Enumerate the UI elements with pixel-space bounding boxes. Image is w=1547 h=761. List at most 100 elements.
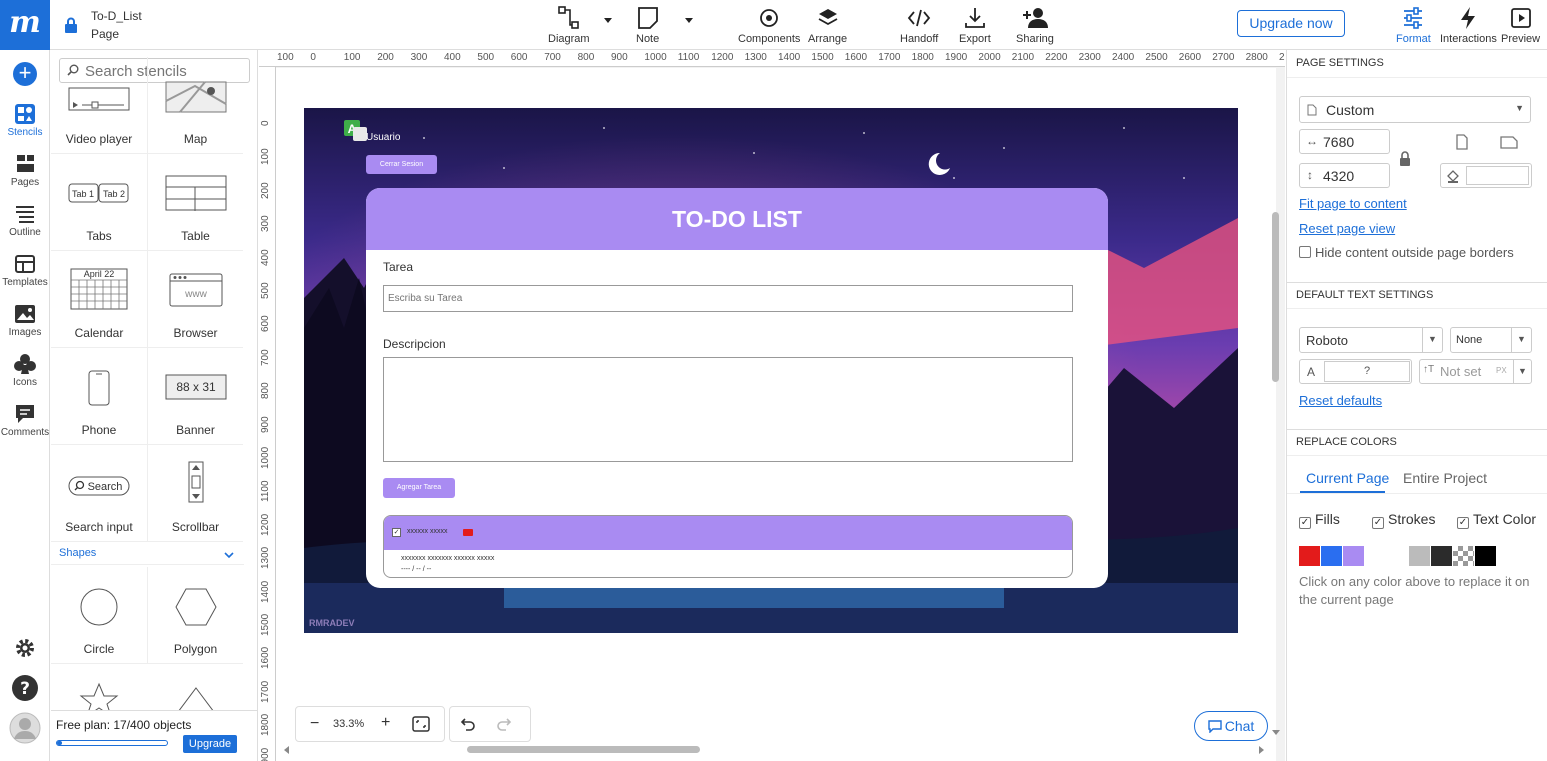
zoom-level[interactable]: 33.3% [333, 718, 364, 730]
rail-templates[interactable]: Templates [0, 253, 50, 288]
ruler-tick: 700 [544, 52, 561, 63]
text-color-label: Text Color [1473, 511, 1537, 527]
task-checkbox[interactable]: ✓ [392, 528, 401, 537]
scroll-down-icon[interactable] [1272, 728, 1280, 736]
color-swatch[interactable] [1453, 546, 1474, 566]
horizontal-scrollbar[interactable] [467, 746, 700, 753]
format-tab[interactable]: Format [1396, 6, 1431, 45]
reset-defaults-link[interactable]: Reset defaults [1299, 393, 1382, 408]
stencil-circle[interactable]: Circle [51, 567, 147, 664]
fit-screen-icon[interactable] [412, 716, 430, 732]
help-icon[interactable]: ? [11, 674, 39, 702]
page-width-input[interactable]: ↔ 7680 [1299, 129, 1390, 154]
chevron-down-icon[interactable] [604, 18, 612, 23]
page-size-select[interactable]: Custom ▼ [1299, 96, 1531, 123]
line-height-input[interactable]: ↑T Not set PX ▼ [1419, 359, 1532, 384]
color-swatch[interactable] [1387, 546, 1408, 566]
redo-icon[interactable] [496, 716, 512, 732]
color-swatch[interactable] [1299, 546, 1320, 566]
color-swatch[interactable] [1343, 546, 1364, 566]
color-swatch[interactable] [1321, 546, 1342, 566]
vertical-scrollbar[interactable] [1272, 212, 1279, 382]
description-textarea[interactable] [383, 357, 1073, 462]
rail-icons[interactable]: Icons [0, 353, 50, 388]
landscape-icon[interactable] [1500, 135, 1518, 149]
rail-outline[interactable]: Outline [0, 203, 50, 238]
stencil-browser[interactable]: www Browser [147, 251, 243, 348]
gear-icon[interactable] [13, 636, 37, 660]
stencil-scrollbar[interactable]: Scrollbar [147, 445, 243, 542]
fills-checkbox[interactable]: ✓ Fills [1299, 511, 1340, 529]
delete-icon[interactable] [463, 529, 473, 536]
rail-images[interactable]: Images [0, 303, 50, 338]
stencil-calendar[interactable]: April 22 Calendar [51, 251, 147, 348]
page-height-input[interactable]: ↕ 4320 [1299, 163, 1390, 188]
shapes-section-header[interactable]: Shapes [51, 547, 244, 565]
chat-button[interactable]: Chat [1194, 711, 1268, 741]
interactions-tab[interactable]: Interactions [1440, 6, 1497, 45]
stencil-table[interactable]: Table [147, 154, 243, 251]
color-swatch[interactable] [1365, 546, 1386, 566]
handoff-tool[interactable]: Handoff [900, 6, 938, 45]
ruler-tick: 1800 [911, 52, 934, 63]
ruler-tick: 900 [611, 52, 628, 63]
reset-view-link[interactable]: Reset page view [1299, 221, 1395, 236]
components-label: Components [738, 33, 801, 45]
stencil-banner[interactable]: 88 x 31 Banner [147, 348, 243, 445]
diagram-tool[interactable]: Diagram [548, 6, 590, 45]
tab-entire-project[interactable]: Entire Project [1403, 470, 1487, 486]
rail-stencils[interactable]: Stencils [0, 103, 50, 138]
page-fill-color[interactable] [1440, 163, 1532, 188]
stencil-polygon[interactable]: Polygon [147, 567, 243, 664]
font-family-select[interactable]: Roboto ▼ [1299, 327, 1443, 353]
note-tool[interactable]: Note [636, 6, 659, 45]
lock-ratio-icon[interactable] [1399, 151, 1411, 167]
upgrade-now-button[interactable]: Upgrade now [1237, 10, 1345, 37]
add-task-button[interactable]: Agregar Tarea [383, 478, 455, 498]
avatar[interactable] [9, 712, 41, 744]
rail-comments[interactable]: Comments [0, 403, 50, 438]
page-name[interactable]: Page [91, 27, 119, 41]
zoom-in-button[interactable]: + [381, 714, 390, 732]
zoom-out-button[interactable]: − [310, 715, 319, 733]
tab-current-page[interactable]: Current Page [1306, 470, 1389, 486]
components-tool[interactable]: Components [738, 6, 800, 45]
lock-icon[interactable] [64, 17, 78, 33]
stencil-video-player[interactable]: Video player [51, 57, 147, 154]
todo-mockup[interactable]: A Usuario Cerrar Sesion TO-DO LIST Tarea… [304, 108, 1238, 633]
undo-icon[interactable] [460, 716, 476, 732]
stencil-search-input[interactable]: Search Search input [51, 445, 147, 542]
moqups-logo[interactable]: m [0, 0, 50, 50]
fit-page-link[interactable]: Fit page to content [1299, 196, 1407, 211]
color-swatch[interactable] [1431, 546, 1452, 566]
text-color-checkbox[interactable]: ✓ Text Color [1457, 511, 1536, 529]
document-title[interactable]: To-D_List [91, 9, 142, 23]
portrait-icon[interactable] [1455, 134, 1469, 150]
canvas-area[interactable]: 100 0 100 200 300 400 500 600 700 800 900 1000 1100 1… [259, 50, 1285, 761]
strokes-checkbox[interactable]: ✓ Strokes [1372, 511, 1435, 529]
task-input[interactable] [383, 285, 1073, 312]
logout-button[interactable]: Cerrar Sesion [366, 155, 437, 174]
triangle-icon[interactable] [176, 686, 216, 712]
stencil-tabs[interactable]: Tab 1 Tab 2 Tabs [51, 154, 147, 251]
stencil-label: Browser [173, 326, 218, 340]
scroll-right-icon[interactable] [1257, 746, 1265, 754]
arrange-tool[interactable]: Arrange [808, 6, 847, 45]
sharing-tool[interactable]: Sharing [1016, 6, 1054, 45]
chevron-down-icon[interactable] [685, 18, 693, 23]
color-swatch[interactable] [1475, 546, 1496, 566]
preview-tab[interactable]: Preview [1501, 6, 1540, 45]
color-swatch[interactable] [1409, 546, 1430, 566]
task-item[interactable]: ✓ xxxxxx xxxxx xxxxxxx xxxxxxx xxxxxx xx… [383, 515, 1073, 578]
hide-outside-checkbox[interactable]: Hide content outside page borders [1299, 245, 1514, 260]
upgrade-button[interactable]: Upgrade [183, 735, 237, 753]
star-icon[interactable] [79, 682, 119, 712]
stencil-phone[interactable]: Phone [51, 348, 147, 445]
stencil-map[interactable]: Map [147, 57, 243, 154]
export-tool[interactable]: Export [959, 6, 991, 45]
font-size-input[interactable]: A ? [1299, 359, 1412, 384]
font-style-select[interactable]: None ▼ [1450, 327, 1532, 353]
add-icon[interactable]: + [13, 62, 37, 86]
rail-pages[interactable]: Pages [0, 153, 50, 188]
scroll-left-icon[interactable] [283, 746, 291, 754]
